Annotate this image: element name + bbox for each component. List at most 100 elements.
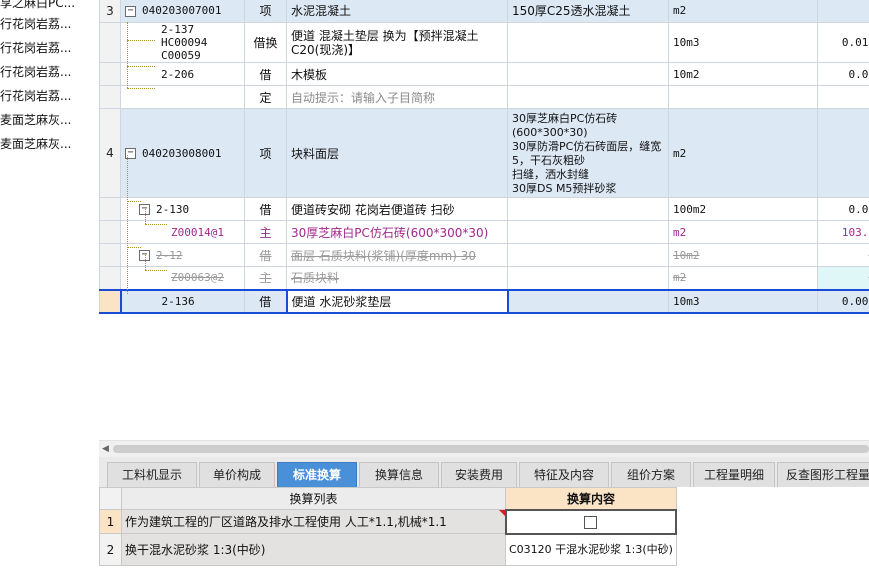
table-row[interactable]: 1 作为建筑工程的厂区道路及排水工程使用 人工*1.1,机械*1.1 bbox=[99, 508, 678, 535]
collapse-tree-icon[interactable]: − bbox=[125, 5, 136, 17]
sidebar-item[interactable]: 麦面芝麻灰... bbox=[0, 133, 71, 155]
unit-cell[interactable]: 10m2 bbox=[668, 243, 818, 267]
quantity-cell[interactable] bbox=[817, 85, 869, 109]
feature-cell[interactable] bbox=[507, 288, 669, 314]
table-row[interactable]: Z00014@1 主 30厚芝麻白PC仿石砖(600*300*30) m2 10… bbox=[99, 220, 869, 244]
table-row[interactable]: 2-137 HC00094 C00059 借换 便道 混凝土垫层 换为【预拌混凝… bbox=[99, 22, 869, 63]
feature-cell[interactable] bbox=[507, 197, 669, 221]
quantity-cell[interactable]: 0.015 bbox=[817, 22, 869, 63]
conversion-content-cell[interactable]: C03120 干混水泥砂浆 1:3(中砂) bbox=[505, 533, 677, 566]
feature-cell[interactable] bbox=[507, 85, 669, 109]
code-cell[interactable]: −040203008001 bbox=[120, 108, 245, 198]
category-cell[interactable]: 主 bbox=[244, 266, 287, 290]
quantity-cell[interactable]: 0.003 bbox=[817, 288, 869, 314]
sidebar-item[interactable]: 行花岗岩荔... bbox=[0, 13, 71, 35]
name-cell[interactable]: 30厚芝麻白PC仿石砖(600*300*30) bbox=[286, 220, 508, 244]
code-cell[interactable]: 2-137 HC00094 C00059 bbox=[120, 22, 245, 63]
row-number bbox=[99, 243, 121, 267]
row-number: 2 bbox=[99, 533, 122, 566]
name-cell[interactable]: 块料面层 bbox=[286, 108, 508, 198]
unit-cell[interactable]: m2 bbox=[668, 108, 818, 198]
name-cell[interactable]: 木模板 bbox=[286, 62, 508, 86]
feature-cell[interactable] bbox=[507, 266, 669, 290]
sidebar-item[interactable]: 麦面芝麻灰... bbox=[0, 109, 71, 131]
feature-cell[interactable] bbox=[507, 243, 669, 267]
code-cell[interactable]: Z00014@1 bbox=[120, 220, 245, 244]
name-cell[interactable]: 面层 石质块料(浆铺)(厚度mm) 30 bbox=[286, 243, 508, 267]
conversion-content-cell[interactable] bbox=[504, 508, 678, 535]
name-cell[interactable]: 石质块料 bbox=[286, 266, 508, 290]
conversion-item[interactable]: 作为建筑工程的厂区道路及排水工程使用 人工*1.1,机械*1.1 bbox=[121, 509, 506, 534]
sidebar-item[interactable]: 享之麻白PC... bbox=[0, 0, 75, 14]
quantity-cell[interactable]: 0 bbox=[817, 266, 869, 290]
tab-conversion-info[interactable]: 换算信息 bbox=[359, 462, 439, 487]
scroll-left-arrow-icon[interactable]: ◀ bbox=[102, 444, 109, 454]
name-edit-cell[interactable]: 便道 水泥砂浆垫层 bbox=[285, 288, 509, 314]
category-cell[interactable]: 主 bbox=[244, 220, 287, 244]
code-cell[interactable]: 2-136 bbox=[119, 288, 245, 314]
table-row-selected[interactable]: 2-136 借 便道 水泥砂浆垫层 10m3 0.003 bbox=[99, 288, 869, 314]
code-cell[interactable]: Z00063@2 bbox=[120, 266, 245, 290]
name-cell[interactable]: 水泥混凝土 bbox=[286, 0, 508, 23]
feature-cell[interactable]: 150厚C25透水混凝土 bbox=[507, 0, 669, 23]
unit-cell[interactable]: m2 bbox=[668, 220, 818, 244]
tab-features[interactable]: 特征及内容 bbox=[519, 462, 609, 487]
tab-install-fee[interactable]: 安装费用 bbox=[441, 462, 517, 487]
category-cell[interactable]: 借 bbox=[244, 62, 287, 86]
table-row[interactable]: 4 −040203008001 项 块料面层 30厚芝麻白PC仿石砖 (600*… bbox=[99, 108, 869, 198]
feature-cell[interactable] bbox=[507, 220, 669, 244]
tab-reverse-lookup[interactable]: 反查图形工程量 bbox=[777, 462, 869, 487]
feature-cell[interactable] bbox=[507, 62, 669, 86]
scrollbar-thumb[interactable] bbox=[113, 445, 869, 453]
conversion-item[interactable]: 换干混水泥砂浆 1:3(中砂) bbox=[121, 533, 506, 566]
table-row[interactable]: −2-12 借 面层 石质块料(浆铺)(厚度mm) 30 10m2 0 bbox=[99, 243, 869, 267]
category-cell[interactable]: 项 bbox=[244, 0, 287, 23]
quantity-cell[interactable]: 0.01 bbox=[817, 62, 869, 86]
quantity-cell[interactable]: 0.01 bbox=[817, 197, 869, 221]
table-row[interactable]: 定 自动提示：请输入子目简称 bbox=[99, 85, 869, 109]
table-row[interactable]: −2-130 借 便道砖安砌 花岗岩便道砖 扫砂 100m2 0.01 bbox=[99, 197, 869, 221]
tab-quantity-detail[interactable]: 工程量明细 bbox=[693, 462, 775, 487]
unit-cell[interactable]: 10m3 bbox=[668, 288, 818, 314]
row-number bbox=[99, 22, 121, 63]
name-cell[interactable]: 便道 混凝土垫层 换为【预拌混凝土 C20(现浇)】 bbox=[286, 22, 508, 63]
category-cell[interactable]: 借 bbox=[244, 243, 287, 267]
unit-cell[interactable]: 10m2 bbox=[668, 62, 818, 86]
table-row[interactable]: 2-206 借 木模板 10m2 0.01 bbox=[99, 62, 869, 86]
unit-cell[interactable]: 10m3 bbox=[668, 22, 818, 63]
quantity-cell[interactable]: 103.1 bbox=[817, 220, 869, 244]
unit-cell[interactable] bbox=[668, 85, 818, 109]
tab-material-machine[interactable]: 工料机显示 bbox=[107, 462, 197, 487]
unit-cell[interactable]: m2 bbox=[668, 266, 818, 290]
quantity-cell[interactable]: 0 bbox=[817, 243, 869, 267]
column-header-content: 换算内容 bbox=[505, 487, 677, 510]
quantity-cell[interactable] bbox=[817, 0, 869, 23]
unit-cell[interactable]: m2 bbox=[668, 0, 818, 23]
unit-cell[interactable]: 100m2 bbox=[668, 197, 818, 221]
table-row[interactable]: Z00063@2 主 石质块料 m2 0 bbox=[99, 266, 869, 290]
name-cell[interactable]: 便道砖安砌 花岗岩便道砖 扫砂 bbox=[286, 197, 508, 221]
category-cell[interactable]: 项 bbox=[244, 108, 287, 198]
code-cell[interactable]: −040203007001 bbox=[120, 0, 245, 23]
name-cell[interactable]: 自动提示：请输入子目简称 bbox=[286, 85, 508, 109]
category-cell[interactable]: 借换 bbox=[244, 22, 287, 63]
quantity-cell[interactable] bbox=[817, 108, 869, 198]
sidebar-item[interactable]: 行花岗岩荔... bbox=[0, 85, 71, 107]
tab-unit-price[interactable]: 单价构成 bbox=[199, 462, 275, 487]
tab-pricing-scheme[interactable]: 组价方案 bbox=[611, 462, 691, 487]
horizontal-scrollbar[interactable]: ◀ bbox=[99, 440, 869, 458]
category-cell[interactable]: 借 bbox=[244, 288, 287, 314]
table-row[interactable]: 3 −040203007001 项 水泥混凝土 150厚C25透水混凝土 m2 bbox=[99, 0, 869, 23]
sidebar-item[interactable]: 行花岗岩荔... bbox=[0, 37, 71, 59]
checkbox-icon[interactable] bbox=[584, 515, 598, 529]
table-row[interactable]: 2 换干混水泥砂浆 1:3(中砂) C03120 干混水泥砂浆 1:3(中砂) bbox=[99, 533, 677, 566]
row-number bbox=[99, 85, 121, 109]
category-cell[interactable]: 借 bbox=[244, 197, 287, 221]
tab-standard-conversion[interactable]: 标准换算 bbox=[277, 462, 357, 487]
feature-cell[interactable]: 30厚芝麻白PC仿石砖 (600*300*30) 30厚防滑PC仿石砖面层，缝宽… bbox=[507, 108, 669, 198]
conversion-panel: 换算列表 换算内容 1 作为建筑工程的厂区道路及排水工程使用 人工*1.1,机械… bbox=[99, 487, 869, 582]
row-number: 1 bbox=[99, 509, 122, 534]
category-cell[interactable]: 定 bbox=[244, 85, 287, 109]
sidebar-item[interactable]: 行花岗岩荔... bbox=[0, 61, 71, 83]
feature-cell[interactable] bbox=[507, 22, 669, 63]
